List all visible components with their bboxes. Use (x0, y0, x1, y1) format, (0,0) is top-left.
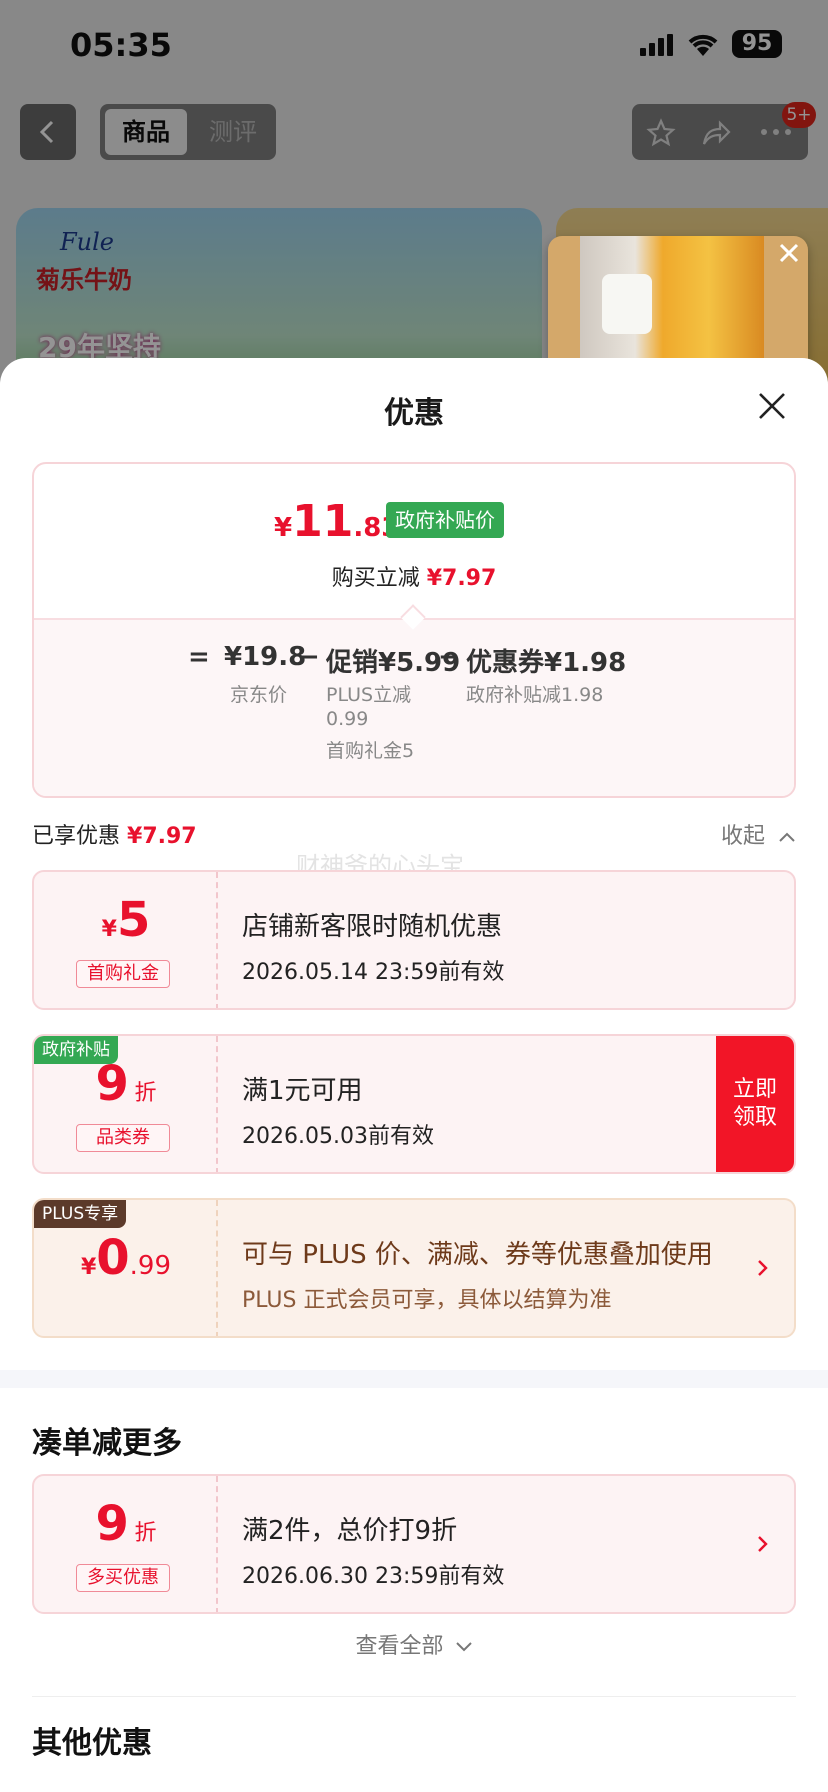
coupon-validity: 2026.06.30 23:59前有效 (242, 1564, 505, 1589)
section-divider (0, 1370, 828, 1388)
gov-subsidy-price-tag: 政府补贴价 (386, 502, 504, 538)
chevron-right-icon (758, 1260, 768, 1276)
claim-coupon-button[interactable]: 立即 领取 (716, 1036, 794, 1172)
coupon-first-purchase[interactable]: ¥5 首购礼金 店铺新客限时随机优惠 2026.05.14 23:59前有效 (32, 870, 796, 1010)
coupon-value: ¥5 (101, 892, 151, 948)
minus-sign: − (298, 642, 320, 672)
promo-plus-label: PLUS立减 (326, 684, 412, 706)
price-breakdown: = ¥19.8 京东价 − 促销¥5.99 PLUS立减 0.99 首购礼金5 … (34, 618, 794, 796)
enjoyed-label: 已享优惠 ¥7.97 (32, 824, 197, 849)
final-price-area: ¥11.83 政府补贴价 购买立减 ¥7.97 (34, 464, 794, 618)
sheet-title: 优惠 (384, 396, 444, 431)
jd-price-label: 京东价 (230, 684, 288, 706)
coupon-type-tag: 首购礼金 (76, 960, 170, 988)
coupon-title: 满2件，总价打9折 (242, 1516, 458, 1546)
coupon-value: 9 折 (95, 1496, 157, 1552)
minus-sign: − (438, 642, 460, 672)
coupon-validity: 2026.05.14 23:59前有效 (242, 960, 505, 985)
close-video-icon[interactable] (772, 236, 806, 270)
collapse-toggle[interactable]: 收起 (721, 818, 796, 850)
view-all-button[interactable]: 查看全部 (0, 1628, 828, 1660)
price-summary-card: ¥11.83 政府补贴价 购买立减 ¥7.97 = ¥19.8 京东价 − 促销… (32, 462, 796, 798)
plus-exclusive-corner-tag: PLUS专享 (34, 1200, 127, 1228)
coupon-subtitle: PLUS 正式会员可享，具体以结算为准 (242, 1288, 612, 1313)
divider (32, 1696, 796, 1697)
discount-sheet: 优惠 ¥11.83 政府补贴价 购买立减 ¥7.97 = ¥19.8 京东价 −… (0, 358, 828, 1792)
equals-sign: = (188, 642, 210, 672)
chevron-right-icon (758, 1536, 768, 1552)
section-title-more: 凑单减更多 (32, 1426, 182, 1461)
jd-price: ¥19.8 (224, 642, 307, 672)
chevron-up-icon (779, 832, 795, 842)
coupon-title: 满1元可用 (242, 1076, 363, 1106)
coupon-validity: 2026.05.03前有效 (242, 1124, 434, 1149)
coupon-value: ¥0.99 (80, 1230, 172, 1286)
coupon-title: 可与 PLUS 价、满减、券等优惠叠加使用 (242, 1240, 713, 1270)
coupon-value-panel: 9 折 多买优惠 (34, 1476, 218, 1612)
coupon-sub-label: 政府补贴减1.98 (466, 684, 604, 706)
coupon-type-tag: 品类券 (76, 1124, 170, 1152)
promo-first-gift: 首购礼金5 (326, 740, 415, 762)
coupon-title: 店铺新客限时随机优惠 (242, 912, 503, 942)
coupon-value: 9 折 (95, 1056, 157, 1112)
coupon-amount: 优惠券¥1.98 (466, 648, 627, 678)
coupon-category: 9 折 品类券 政府补贴 满1元可用 2026.05.03前有效 立即 领取 (32, 1034, 796, 1174)
coupon-plus-exclusive[interactable]: ¥0.99 PLUS专享 可与 PLUS 价、满减、券等优惠叠加使用 PLUS … (32, 1198, 796, 1338)
buy-discount-line: 购买立减 ¥7.97 (331, 566, 497, 591)
coupon-value-panel: ¥5 首购礼金 (34, 872, 218, 1008)
promo-plus-value: 0.99 (326, 708, 369, 730)
milk-glass-image (602, 274, 652, 334)
final-price: ¥11.83 (274, 496, 400, 547)
coupon-type-tag: 多买优惠 (76, 1564, 170, 1592)
close-icon[interactable] (756, 390, 788, 422)
coupon-multi-buy[interactable]: 9 折 多买优惠 满2件，总价打9折 2026.06.30 23:59前有效 (32, 1474, 796, 1614)
section-title-other: 其他优惠 (32, 1726, 152, 1761)
chevron-down-icon (455, 1642, 472, 1652)
gov-subsidy-corner-tag: 政府补贴 (34, 1036, 118, 1064)
